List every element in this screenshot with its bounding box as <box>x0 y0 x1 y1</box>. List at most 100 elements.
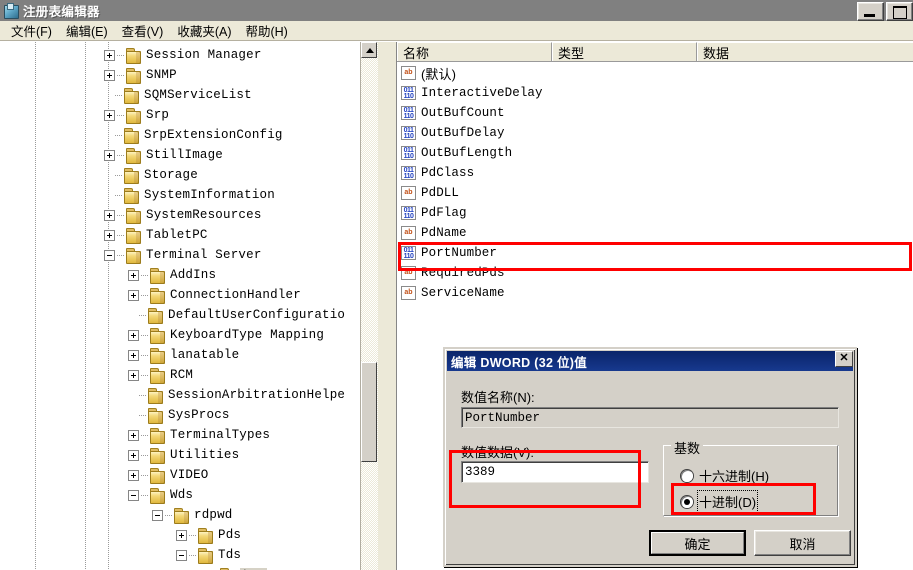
tree-vertical-scrollbar[interactable] <box>360 42 378 570</box>
value-row[interactable]: 011110PdClassREG_DWORD0x00000002 (2) <box>397 163 913 183</box>
tree-item[interactable]: StillImage <box>104 145 223 165</box>
expand-icon[interactable] <box>128 429 139 441</box>
tree-item[interactable]: ConnectionHandler <box>128 285 301 305</box>
folder-icon <box>124 168 140 184</box>
tree-item[interactable]: SysProcs <box>128 405 230 425</box>
maximize-button[interactable] <box>886 2 913 21</box>
tree-item[interactable]: VIDEO <box>128 465 209 485</box>
ok-button[interactable]: 确定 <box>649 530 746 556</box>
value-name-field[interactable]: PortNumber <box>461 407 839 428</box>
value-row[interactable]: 011110OutBufDelayREG_DWORD0x00000064 (10… <box>397 123 913 143</box>
value-row[interactable]: 011110PdFlagREG_DWORD0x0000004e (78) <box>397 203 913 223</box>
tree-item-label: DefaultUserConfiguratio <box>168 308 346 322</box>
expand-icon[interactable] <box>128 269 139 281</box>
value-row[interactable]: 011110PortNumberREG_DWORD0x00000d3d (338… <box>397 243 913 263</box>
tree-item[interactable]: SystemInformation <box>104 185 275 205</box>
dword-value-icon: 011 110 <box>401 86 416 100</box>
tree-item[interactable]: KeyboardType Mapping <box>128 325 324 345</box>
expand-icon[interactable] <box>128 449 139 461</box>
value-row[interactable]: abRequiredPdsREG_MULTI_SZtssecsrv <box>397 263 913 283</box>
expand-icon[interactable] <box>176 529 187 541</box>
expand-icon[interactable] <box>104 149 115 161</box>
folder-icon <box>126 68 142 84</box>
expand-icon[interactable] <box>104 229 115 241</box>
tree-item[interactable]: SystemResources <box>104 205 262 225</box>
tree-item[interactable]: SrpExtensionConfig <box>104 125 283 145</box>
tree-item[interactable]: SessionArbitrationHelpe <box>128 385 345 405</box>
value-row[interactable]: ab(默认)REG_SZ(数值未设置) <box>397 63 913 83</box>
column-header-type[interactable]: 类型 <box>552 42 697 61</box>
collapse-icon[interactable] <box>176 549 187 561</box>
menu-edit[interactable]: 编辑(E) <box>59 19 115 42</box>
tree-item[interactable]: Utilities <box>128 445 239 465</box>
scrollbar-thumb[interactable] <box>361 362 377 462</box>
tree-item[interactable]: SQMServiceList <box>104 85 252 105</box>
collapse-icon[interactable] <box>104 249 115 261</box>
tree-item[interactable]: tcp <box>200 565 268 570</box>
folder-icon <box>126 148 142 164</box>
radio-hexadecimal-label: 十六进制(H) <box>699 469 770 484</box>
collapse-icon[interactable] <box>128 489 139 501</box>
string-value-icon: ab <box>401 226 416 240</box>
close-icon[interactable]: ✕ <box>835 351 853 367</box>
expand-icon[interactable] <box>104 49 115 61</box>
expand-icon[interactable] <box>104 109 115 121</box>
value-data-field[interactable]: 3389 <box>461 461 649 483</box>
column-header-data[interactable]: 数据 <box>697 42 913 61</box>
folder-icon <box>198 548 214 564</box>
radio-decimal-label: 十进制(D) <box>696 490 759 513</box>
folder-icon <box>124 188 140 204</box>
tree-item-label: StillImage <box>146 148 224 162</box>
folder-icon <box>150 288 166 304</box>
radio-decimal[interactable]: 十进制(D) <box>681 490 759 513</box>
tree-item[interactable]: Terminal Server <box>104 245 262 265</box>
tree-item[interactable]: lanatable <box>128 345 239 365</box>
registry-tree[interactable]: Session Manager SNMP SQMServiceList Srp SrpE… <box>0 42 360 570</box>
tree-item-label: SrpExtensionConfig <box>144 128 283 142</box>
expand-icon[interactable] <box>104 209 115 221</box>
tree-item[interactable]: SNMP <box>104 65 177 85</box>
pane-splitter[interactable] <box>378 42 396 570</box>
tree-item[interactable]: Srp <box>104 105 169 125</box>
collapse-icon[interactable] <box>152 509 163 521</box>
tree-item[interactable]: Tds <box>176 545 241 565</box>
expand-icon[interactable] <box>104 69 115 81</box>
value-row[interactable]: abServiceNameREG_SZtcpip <box>397 283 913 303</box>
tree-item-label: SQMServiceList <box>144 88 252 102</box>
tree-item[interactable]: AddIns <box>128 265 216 285</box>
value-row[interactable]: abPdNameREG_SZtcp <box>397 223 913 243</box>
expand-icon[interactable] <box>128 369 139 381</box>
tree-item-label: AddIns <box>170 268 217 282</box>
menu-view[interactable]: 查看(V) <box>115 19 171 42</box>
cancel-button[interactable]: 取消 <box>754 530 851 556</box>
tree-item[interactable]: TabletPC <box>104 225 208 245</box>
tree-item[interactable]: TerminalTypes <box>128 425 270 445</box>
radio-hexadecimal[interactable]: 十六进制(H) <box>681 466 769 485</box>
value-row[interactable]: 011110InteractiveDelayREG_DWORD0x0000000… <box>397 83 913 103</box>
tree-item[interactable]: rdpwd <box>152 505 233 525</box>
value-row[interactable]: abPdDLLREG_SZtdtcp <box>397 183 913 203</box>
tree-item[interactable]: Wds <box>128 485 193 505</box>
value-row[interactable]: 011110OutBufCountREG_DWORD0x00000006 (6) <box>397 103 913 123</box>
tree-connector <box>117 114 125 116</box>
tree-connector <box>189 534 197 536</box>
tree-item[interactable]: Storage <box>104 165 198 185</box>
tree-connector <box>117 254 125 256</box>
menu-help[interactable]: 帮助(H) <box>238 19 294 42</box>
value-row[interactable]: 011110OutBufLengthREG_DWORD0x00000212 (5… <box>397 143 913 163</box>
expand-icon[interactable] <box>128 289 139 301</box>
scroll-up-button[interactable] <box>361 42 377 58</box>
menu-favorites[interactable]: 收藏夹(A) <box>170 19 238 42</box>
minimize-button[interactable] <box>857 2 884 21</box>
tree-item[interactable]: RCM <box>128 365 193 385</box>
expand-icon[interactable] <box>128 469 139 481</box>
tree-item[interactable]: Session Manager <box>104 45 262 65</box>
expand-icon[interactable] <box>128 349 139 361</box>
menu-file[interactable]: 文件(F) <box>4 19 59 42</box>
tree-item[interactable]: Pds <box>176 525 241 545</box>
expand-icon[interactable] <box>128 329 139 341</box>
value-name: PdFlag <box>421 206 467 220</box>
tree-item[interactable]: DefaultUserConfiguratio <box>128 305 345 325</box>
column-header-name[interactable]: 名称 <box>397 42 552 61</box>
